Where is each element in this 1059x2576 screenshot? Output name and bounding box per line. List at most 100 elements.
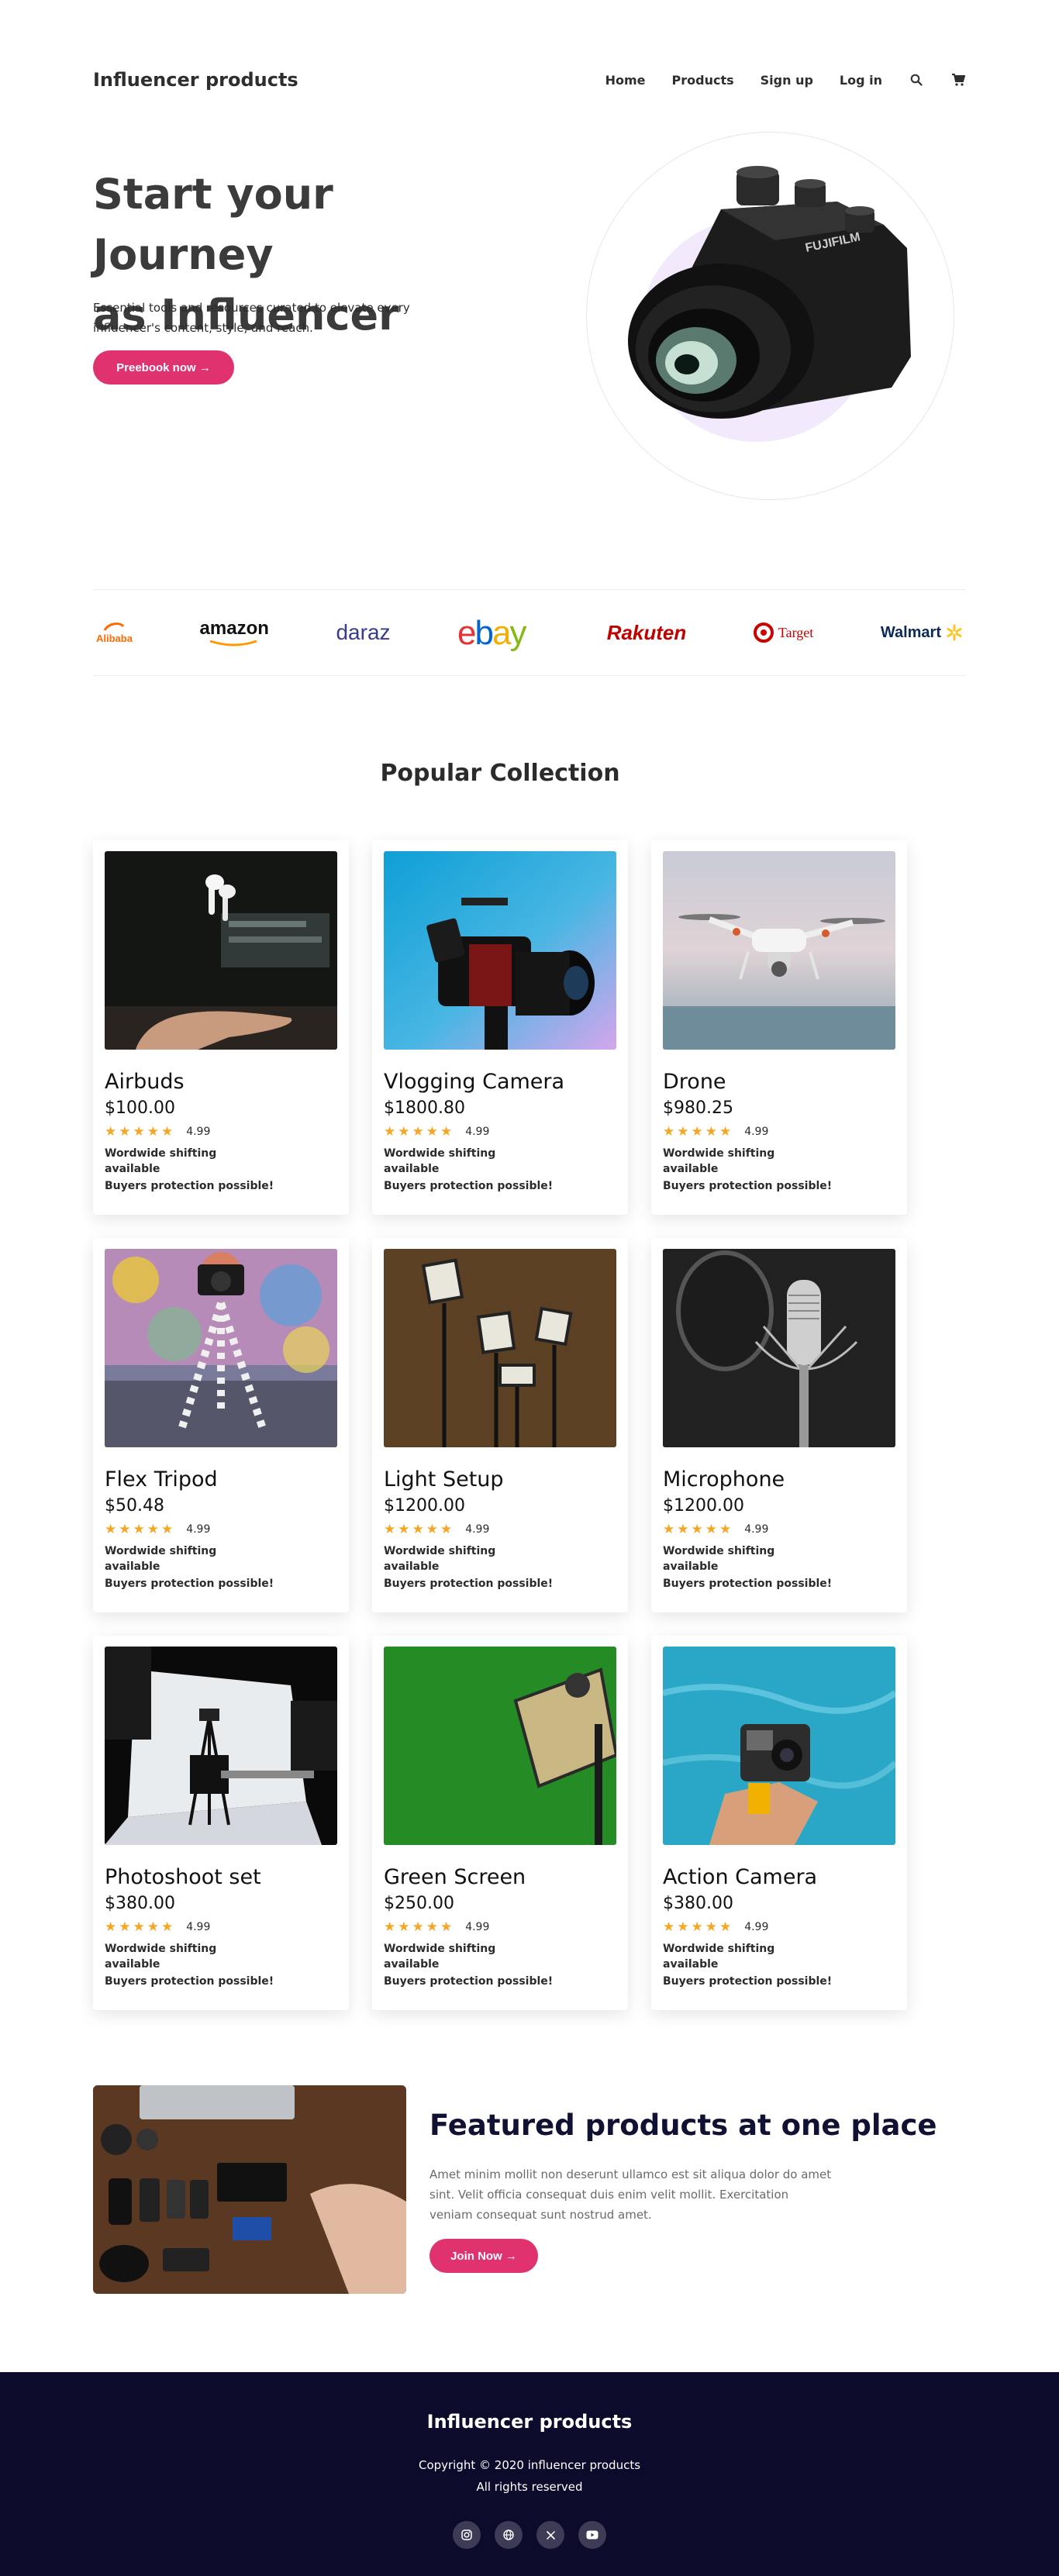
- product-card[interactable]: Photoshoot set $380.00 ★★★★★ 4.99 Wordwi…: [93, 1636, 349, 2010]
- alibaba-logo[interactable]: Alibaba: [96, 622, 133, 644]
- daraz-logo[interactable]: daraz: [336, 620, 390, 645]
- cart-icon[interactable]: [950, 72, 966, 88]
- product-rating: ★★★★★ 4.99: [105, 1919, 337, 1935]
- partner-brands-strip: Alibaba amazon daraz ebay Rakuten Target…: [93, 589, 966, 676]
- brand-logo-text[interactable]: Influencer products: [93, 69, 298, 91]
- rating-value: 4.99: [744, 1126, 769, 1138]
- product-rating: ★★★★★ 4.99: [105, 1522, 337, 1537]
- product-rating: ★★★★★ 4.99: [663, 1522, 895, 1537]
- product-card[interactable]: Flex Tripod $50.48 ★★★★★ 4.99 Wordwide s…: [93, 1238, 349, 1612]
- shipping-note: Wordwide shifting available: [105, 1545, 217, 1573]
- globe-icon[interactable]: [495, 2521, 523, 2549]
- product-rating: ★★★★★ 4.99: [384, 1522, 616, 1537]
- rating-stars-icon: ★★★★★: [105, 1522, 176, 1537]
- shipping-note: Wordwide shifting available: [384, 1545, 496, 1573]
- rakuten-logo[interactable]: Rakuten: [607, 621, 687, 645]
- product-rating: ★★★★★ 4.99: [663, 1124, 895, 1140]
- product-name: Action Camera: [663, 1865, 818, 1889]
- rakuten-label: Rakuten: [606, 620, 687, 644]
- search-icon[interactable]: [909, 72, 924, 88]
- nav-home-link[interactable]: Home: [605, 73, 646, 88]
- product-card[interactable]: Microphone $1200.00 ★★★★★ 4.99 Wordwide …: [651, 1238, 907, 1612]
- protection-note: Buyers protection possible!: [384, 1578, 554, 1590]
- join-now-button[interactable]: Join Now →: [429, 2239, 538, 2273]
- action-camera-image: [663, 1647, 895, 1845]
- social-links: [0, 2521, 1059, 2549]
- x-icon[interactable]: [536, 2521, 564, 2549]
- product-name: Green Screen: [384, 1865, 526, 1889]
- copyright-text: Copyright © 2020 influencer products: [418, 2458, 641, 2472]
- target-logo[interactable]: Target: [753, 622, 814, 643]
- rating-stars-icon: ★★★★★: [105, 1919, 176, 1935]
- hero-title-line1: Start your Journey: [93, 170, 333, 279]
- rating-value: 4.99: [465, 1921, 490, 1933]
- youtube-icon[interactable]: [578, 2521, 606, 2549]
- product-price: $1200.00: [663, 1496, 744, 1516]
- photoshoot-set-image: [105, 1647, 337, 1845]
- daraz-label: daraz: [336, 620, 391, 644]
- featured-title: Featured products at one place: [429, 2109, 937, 2142]
- alibaba-label: Alibaba: [96, 632, 133, 644]
- popular-collection-title: Popular Collection: [380, 760, 620, 787]
- protection-note: Buyers protection possible!: [105, 1578, 274, 1590]
- rating-stars-icon: ★★★★★: [384, 1919, 455, 1935]
- featured-products-image: [93, 2085, 406, 2294]
- product-name: Airbuds: [105, 1070, 185, 1094]
- ebay-logo[interactable]: ebay: [457, 613, 540, 652]
- shipping-note: Wordwide shifting available: [663, 1545, 775, 1573]
- product-price: $1200.00: [384, 1496, 465, 1516]
- shipping-note: Wordwide shifting available: [663, 1943, 775, 1971]
- rights-text: All rights reserved: [476, 2480, 583, 2494]
- product-name: Microphone: [663, 1467, 785, 1491]
- product-price: $380.00: [105, 1894, 175, 1913]
- product-name: Light Setup: [384, 1467, 504, 1491]
- product-name: Drone: [663, 1070, 726, 1094]
- drone-image: [663, 851, 895, 1050]
- shipping-note: Wordwide shifting available: [105, 1943, 217, 1971]
- shipping-note: Wordwide shifting available: [105, 1147, 217, 1175]
- amazon-label: amazon: [199, 618, 269, 639]
- protection-note: Buyers protection possible!: [663, 1975, 833, 1988]
- product-card[interactable]: Light Setup $1200.00 ★★★★★ 4.99 Wordwide…: [372, 1238, 628, 1612]
- protection-note: Buyers protection possible!: [105, 1180, 274, 1192]
- rating-stars-icon: ★★★★★: [384, 1124, 455, 1140]
- product-name: Flex Tripod: [105, 1467, 218, 1491]
- shipping-note: Wordwide shifting available: [663, 1147, 775, 1175]
- footer-brand: Influencer products: [426, 2411, 633, 2433]
- rating-value: 4.99: [465, 1523, 490, 1536]
- rating-value: 4.99: [186, 1523, 211, 1536]
- product-price: $50.48: [105, 1496, 164, 1516]
- protection-note: Buyers protection possible!: [105, 1975, 274, 1988]
- nav-products-link[interactable]: Products: [672, 73, 734, 88]
- walmart-logo[interactable]: Walmart: [881, 624, 963, 642]
- hero-camera-image: FUJIFILM: [628, 166, 911, 419]
- amazon-logo[interactable]: amazon: [200, 618, 269, 647]
- walmart-label: Walmart: [880, 623, 941, 641]
- product-card[interactable]: Action Camera $380.00 ★★★★★ 4.99 Wordwid…: [651, 1636, 907, 2010]
- rating-stars-icon: ★★★★★: [384, 1522, 455, 1537]
- product-card[interactable]: Green Screen $250.00 ★★★★★ 4.99 Wordwide…: [372, 1636, 628, 2010]
- target-label: Target: [778, 624, 814, 640]
- product-card[interactable]: Drone $980.25 ★★★★★ 4.99 Wordwide shifti…: [651, 840, 907, 1215]
- product-card[interactable]: Airbuds $100.00 ★★★★★ 4.99 Wordwide shif…: [93, 840, 349, 1215]
- vlogging-camera-image: [384, 851, 616, 1050]
- walmart-spark-icon: [947, 624, 962, 641]
- nav-login-link[interactable]: Log in: [840, 73, 882, 88]
- rating-value: 4.99: [186, 1126, 211, 1138]
- rating-stars-icon: ★★★★★: [105, 1124, 176, 1140]
- nav-signup-link[interactable]: Sign up: [761, 73, 813, 88]
- product-price: $250.00: [384, 1894, 454, 1913]
- protection-note: Buyers protection possible!: [384, 1180, 554, 1192]
- preebook-button[interactable]: Preebook now →: [93, 350, 234, 385]
- protection-note: Buyers protection possible!: [384, 1975, 554, 1988]
- product-price: $380.00: [663, 1894, 733, 1913]
- instagram-icon[interactable]: [453, 2521, 481, 2549]
- rating-value: 4.99: [465, 1126, 490, 1138]
- nav-links: Home Products Sign up Log in: [605, 72, 966, 88]
- top-nav: Influencer products Home Products Sign u…: [93, 67, 966, 93]
- product-price: $1800.80: [384, 1098, 465, 1118]
- product-grid: Airbuds $100.00 ★★★★★ 4.99 Wordwide shif…: [93, 840, 907, 2010]
- product-name: Photoshoot set: [105, 1865, 261, 1889]
- product-card[interactable]: Vlogging Camera $1800.80 ★★★★★ 4.99 Word…: [372, 840, 628, 1215]
- protection-note: Buyers protection possible!: [663, 1180, 833, 1192]
